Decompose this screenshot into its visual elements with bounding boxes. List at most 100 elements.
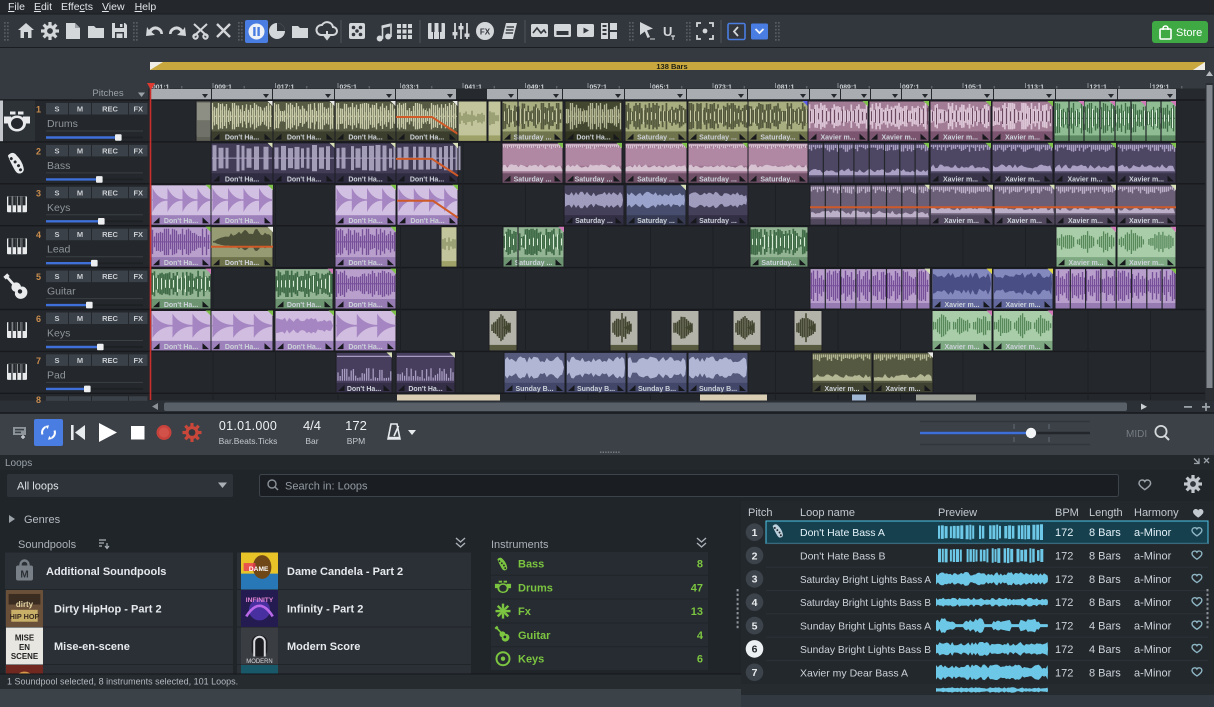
svg-text:Don't Ha...: Don't Ha... bbox=[164, 218, 198, 225]
svg-text:Saturday Bright Lights Bass B: Saturday Bright Lights Bass B bbox=[800, 597, 931, 609]
svg-text:Dirty HipHop - Part 2: Dirty HipHop - Part 2 bbox=[54, 604, 162, 616]
svg-text:6: 6 bbox=[697, 654, 703, 666]
svg-text:S: S bbox=[54, 105, 59, 114]
svg-text:Saturday ...: Saturday ... bbox=[637, 176, 675, 183]
svg-text:SCENE: SCENE bbox=[11, 652, 38, 661]
svg-text:REC: REC bbox=[102, 272, 118, 281]
svg-text:M: M bbox=[77, 356, 83, 365]
svg-text:FX: FX bbox=[133, 230, 143, 239]
svg-text:01.01.000: 01.01.000 bbox=[219, 419, 277, 433]
svg-text:FX: FX bbox=[133, 356, 143, 365]
svg-text:MISE: MISE bbox=[15, 634, 34, 643]
svg-text:Xavier m...: Xavier m... bbox=[1067, 176, 1102, 183]
svg-text:172: 172 bbox=[1055, 527, 1073, 539]
svg-text:Fx: Fx bbox=[518, 606, 532, 618]
svg-text:7: 7 bbox=[36, 356, 41, 366]
svg-text:Xavier m...: Xavier m... bbox=[1068, 218, 1103, 225]
svg-text:Xavier m...: Xavier m... bbox=[943, 134, 978, 141]
svg-text:INFINITY: INFINITY bbox=[246, 597, 274, 604]
svg-text:172: 172 bbox=[1055, 597, 1073, 609]
svg-text:M: M bbox=[77, 105, 83, 114]
svg-text:REC: REC bbox=[102, 188, 118, 197]
svg-text:Harmony: Harmony bbox=[1134, 507, 1179, 519]
svg-text:Don't Ha...: Don't Ha... bbox=[348, 344, 382, 351]
svg-text:EN: EN bbox=[19, 643, 30, 652]
svg-text:a-Minor: a-Minor bbox=[1134, 597, 1172, 609]
svg-text:5: 5 bbox=[36, 272, 41, 282]
svg-text:MIDI: MIDI bbox=[1126, 429, 1147, 440]
svg-text:Sunday B...: Sunday B... bbox=[638, 386, 676, 393]
svg-text:Pad: Pad bbox=[47, 369, 66, 381]
svg-text:Bar: Bar bbox=[305, 436, 318, 446]
svg-text:Pitches: Pitches bbox=[92, 88, 123, 99]
svg-text:All loops: All loops bbox=[17, 481, 59, 493]
svg-text:138 Bars: 138 Bars bbox=[656, 62, 687, 71]
svg-text:Guitar: Guitar bbox=[518, 630, 551, 642]
svg-text:Don't Ha...: Don't Ha... bbox=[164, 344, 198, 351]
svg-text:Saturday ...: Saturday ... bbox=[637, 134, 675, 141]
svg-text:172: 172 bbox=[1055, 667, 1073, 679]
svg-text:Don't Ha...: Don't Ha... bbox=[225, 134, 259, 141]
svg-text:Saturday ...: Saturday ... bbox=[575, 218, 613, 225]
svg-text:3: 3 bbox=[36, 188, 41, 198]
svg-text:4/4: 4/4 bbox=[303, 418, 321, 433]
svg-text:Instruments: Instruments bbox=[491, 539, 549, 551]
svg-text:47: 47 bbox=[691, 582, 703, 594]
svg-text:Genres: Genres bbox=[24, 514, 61, 526]
svg-text:Saturday Bright Lights Bass A: Saturday Bright Lights Bass A bbox=[800, 574, 931, 586]
svg-text:Saturday...: Saturday... bbox=[761, 260, 796, 267]
svg-text:Sunday B...: Sunday B... bbox=[577, 386, 615, 393]
svg-text:Saturday ...: Saturday ... bbox=[699, 176, 737, 183]
svg-text:Don't Ha...: Don't Ha... bbox=[225, 218, 259, 225]
svg-text:BPM: BPM bbox=[1055, 507, 1079, 519]
svg-text:4 Bars: 4 Bars bbox=[1089, 644, 1121, 656]
svg-text:3: 3 bbox=[752, 574, 758, 586]
svg-text:HIP HOP: HIP HOP bbox=[10, 612, 40, 621]
svg-text:a-Minor: a-Minor bbox=[1134, 551, 1172, 563]
svg-text:FX: FX bbox=[133, 272, 143, 281]
svg-text:172: 172 bbox=[1055, 551, 1073, 563]
svg-text:Xavier m...: Xavier m... bbox=[820, 134, 855, 141]
svg-text:8 Bars: 8 Bars bbox=[1089, 527, 1121, 539]
svg-text:M: M bbox=[77, 188, 83, 197]
svg-text:5: 5 bbox=[752, 620, 758, 632]
svg-text:8 Bars: 8 Bars bbox=[1089, 551, 1121, 563]
svg-text:Xavier m...: Xavier m... bbox=[824, 386, 859, 393]
svg-text:Don't Ha...: Don't Ha... bbox=[408, 386, 442, 393]
svg-text:8 Bars: 8 Bars bbox=[1089, 597, 1121, 609]
svg-text:Length: Length bbox=[1089, 507, 1123, 519]
svg-text:Bass: Bass bbox=[518, 559, 544, 571]
svg-text:dirty: dirty bbox=[16, 600, 34, 609]
svg-text:8 Bars: 8 Bars bbox=[1089, 574, 1121, 586]
svg-text:Don't Ha...: Don't Ha... bbox=[287, 344, 321, 351]
svg-text:172: 172 bbox=[1055, 644, 1073, 656]
svg-text:Xavier m...: Xavier m... bbox=[1005, 134, 1040, 141]
svg-text:4: 4 bbox=[752, 597, 758, 609]
svg-text:MODERN: MODERN bbox=[246, 659, 272, 665]
svg-text:FX: FX bbox=[133, 188, 143, 197]
svg-text:4: 4 bbox=[36, 230, 41, 240]
svg-text:1: 1 bbox=[36, 105, 41, 115]
svg-text:Don't Ha...: Don't Ha... bbox=[348, 302, 382, 309]
svg-text:DAME: DAME bbox=[249, 566, 269, 573]
svg-text:Xavier m...: Xavier m... bbox=[1005, 302, 1040, 309]
svg-text:Sunday Bright Lights Bass A: Sunday Bright Lights Bass A bbox=[800, 621, 931, 633]
svg-text:Don't Ha...: Don't Ha... bbox=[164, 302, 198, 309]
svg-text:7: 7 bbox=[752, 667, 758, 679]
svg-text:Keys: Keys bbox=[47, 328, 70, 340]
svg-text:Don't Ha...: Don't Ha... bbox=[348, 260, 382, 267]
svg-text:S: S bbox=[54, 314, 59, 323]
svg-text:Xavier m...: Xavier m... bbox=[1129, 218, 1164, 225]
svg-text:8: 8 bbox=[697, 559, 703, 571]
svg-text:2: 2 bbox=[36, 146, 41, 156]
svg-text:a-Minor: a-Minor bbox=[1134, 667, 1172, 679]
svg-text:Mise-en-scene: Mise-en-scene bbox=[54, 641, 130, 653]
svg-text:Keys: Keys bbox=[47, 202, 70, 214]
svg-text:Soundpools: Soundpools bbox=[18, 539, 77, 551]
svg-text:Drums: Drums bbox=[47, 118, 78, 130]
svg-text:M: M bbox=[20, 570, 28, 581]
svg-text:Don't Hate Bass A: Don't Hate Bass A bbox=[800, 527, 885, 539]
svg-text:Additional Soundpools: Additional Soundpools bbox=[46, 566, 166, 578]
svg-text:Xavier m...: Xavier m... bbox=[885, 386, 920, 393]
svg-text:Don't Ha...: Don't Ha... bbox=[164, 260, 198, 267]
